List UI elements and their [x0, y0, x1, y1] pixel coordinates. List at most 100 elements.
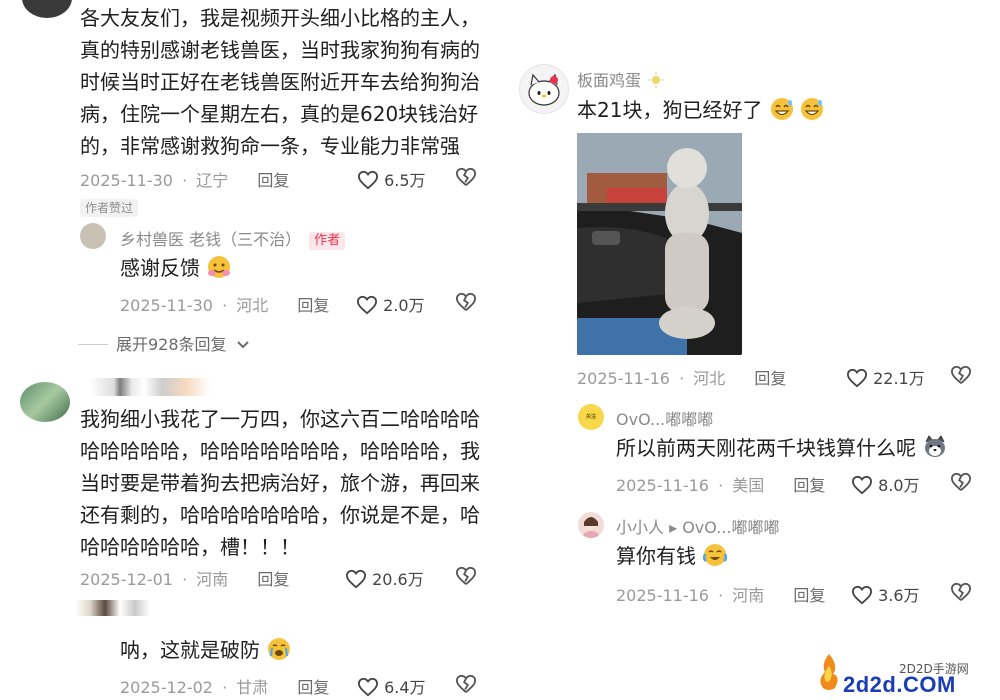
reply-date: 2025-12-02 — [120, 678, 213, 697]
like-count: 22.1万 — [873, 369, 925, 388]
reply-button[interactable]: 回复 — [257, 167, 289, 191]
like-count: 8.0万 — [878, 476, 920, 495]
like-button[interactable]: 3.6万 — [851, 582, 920, 606]
reply-author-name[interactable]: OvO...嘟嘟嘟 — [616, 406, 713, 430]
like-button[interactable]: 6.4万 — [357, 674, 426, 698]
avatar[interactable] — [578, 512, 604, 538]
comment-region: 河南 — [196, 570, 229, 589]
reply-author[interactable]: 乡村兽医 老钱（三不治） 作者 — [120, 226, 346, 250]
watermark: 2D2D手游网 2d2d.COM — [815, 648, 995, 698]
avatar[interactable] — [519, 64, 569, 114]
reply-button[interactable]: 回复 — [297, 292, 329, 316]
comment-text: 各大友友们，我是视频开头细小比格的主人， 真的特别感谢老钱兽医，当时我家狗狗有病… — [80, 6, 480, 158]
comment-photo[interactable] — [577, 133, 742, 355]
comment-region: 辽宁 — [196, 171, 229, 190]
dislike-button[interactable] — [455, 167, 477, 191]
heart-icon — [851, 475, 873, 495]
comment-author[interactable]: 板面鸡蛋 — [577, 67, 665, 91]
dislike-button[interactable] — [455, 674, 477, 698]
reply-text: 算你有钱 — [616, 540, 728, 572]
dislike-button[interactable] — [455, 566, 477, 590]
broken-heart-icon — [455, 674, 477, 693]
heart-icon — [851, 585, 873, 605]
avatar[interactable] — [80, 223, 106, 249]
crying-emoji-icon — [268, 638, 291, 660]
avatar[interactable] — [22, 0, 72, 18]
reply-meta: 2025-11-16 · 河南 回复 — [616, 582, 825, 606]
reply-region: 河北 — [236, 296, 269, 315]
avatar[interactable] — [20, 382, 70, 422]
like-button[interactable]: 2.0万 — [356, 292, 425, 316]
blurred-username — [75, 600, 150, 616]
girl-avatar-icon — [583, 517, 599, 538]
dislike-button[interactable] — [950, 365, 972, 389]
heart-icon — [357, 170, 379, 190]
author-badge: 作者 — [309, 232, 346, 250]
dog-in-car-image — [577, 133, 742, 355]
reply-meta: 2025-11-16 · 美国 回复 — [616, 472, 825, 496]
reply-region: 美国 — [732, 476, 765, 495]
comment-date: 2025-11-30 — [80, 171, 173, 190]
like-count: 20.6万 — [372, 570, 424, 589]
reply-button[interactable]: 回复 — [793, 472, 825, 496]
broken-heart-icon — [950, 582, 972, 601]
reply-date: 2025-11-16 — [616, 476, 709, 495]
like-button[interactable]: 6.5万 — [357, 167, 426, 191]
like-count: 6.4万 — [384, 678, 426, 697]
reply-button[interactable]: 回复 — [257, 566, 289, 590]
grin-sweat-emoji-icon — [770, 98, 793, 120]
reply-meta: 2025-12-02 · 甘肃 回复 — [120, 674, 329, 698]
like-count: 2.0万 — [383, 296, 425, 315]
reply-button[interactable]: 回复 — [754, 365, 786, 389]
hug-emoji-icon — [208, 256, 231, 278]
broken-heart-icon — [950, 472, 972, 491]
flame-logo-icon — [820, 654, 838, 690]
dislike-button[interactable] — [455, 292, 477, 316]
dislike-button[interactable] — [950, 582, 972, 606]
dislike-button[interactable] — [950, 472, 972, 496]
heart-icon — [357, 677, 379, 697]
reply-author-name[interactable]: 小小人 ▸ OvO...嘟嘟嘟 — [616, 514, 779, 538]
chevron-down-icon — [236, 341, 249, 349]
sun-badge-icon — [648, 72, 665, 88]
heart-icon — [356, 295, 378, 315]
heart-icon — [846, 368, 868, 388]
watermark-logo-text: 2d2d.COM — [843, 672, 956, 697]
reply-author-name: 乡村兽医 老钱（三不治） — [120, 230, 302, 249]
like-button[interactable]: 8.0万 — [851, 472, 920, 496]
reply-button[interactable]: 回复 — [793, 582, 825, 606]
comment-date: 2025-11-16 — [577, 369, 670, 388]
reply-text: 呐，这就是破防 — [120, 634, 292, 666]
comment-meta: 2025-11-30 · 辽宁 回复 — [80, 167, 289, 191]
comment-meta: 2025-12-01 · 河南 回复 — [80, 566, 289, 590]
like-count: 6.5万 — [384, 171, 426, 190]
broken-heart-icon — [455, 292, 477, 311]
like-button[interactable]: 20.6万 — [345, 566, 424, 590]
expand-replies-label: 展开928条回复 — [116, 335, 227, 354]
like-count: 3.6万 — [878, 586, 920, 605]
comment-text: 本21块，狗已经好了 — [577, 94, 825, 126]
comment-text: 我狗细小我花了一万四，你这六百二哈哈哈哈 哈哈哈哈哈，哈哈哈哈哈哈哈，哈哈哈哈，… — [80, 407, 480, 559]
reply-date: 2025-11-16 — [616, 586, 709, 605]
reply-region: 甘肃 — [236, 678, 269, 697]
broken-heart-icon — [455, 167, 477, 186]
reply-text: 感谢反馈 — [120, 252, 232, 284]
husky-emoji-icon — [925, 435, 946, 457]
comment-date: 2025-12-01 — [80, 570, 173, 589]
divider — [78, 344, 108, 345]
hello-kitty-icon — [528, 73, 560, 106]
blurred-username — [90, 378, 210, 396]
broken-heart-icon — [455, 566, 477, 585]
expand-replies-button[interactable]: 展开928条回复 — [78, 331, 250, 355]
reply-button[interactable]: 回复 — [297, 674, 329, 698]
broken-heart-icon — [950, 365, 972, 384]
comment-meta: 2025-11-16 · 河北 回复 — [577, 365, 786, 389]
reply-text: 所以前两天刚花两千块钱算什么呢 — [616, 432, 948, 464]
crying-laugh-emoji-icon — [703, 544, 728, 566]
author-liked-tag: 作者赞过 — [80, 197, 139, 217]
reply-date: 2025-11-30 — [120, 296, 213, 315]
heart-icon — [345, 569, 367, 589]
avatar[interactable]: 关注 — [578, 404, 604, 430]
comment-author-name: 板面鸡蛋 — [577, 71, 642, 90]
like-button[interactable]: 22.1万 — [846, 365, 925, 389]
